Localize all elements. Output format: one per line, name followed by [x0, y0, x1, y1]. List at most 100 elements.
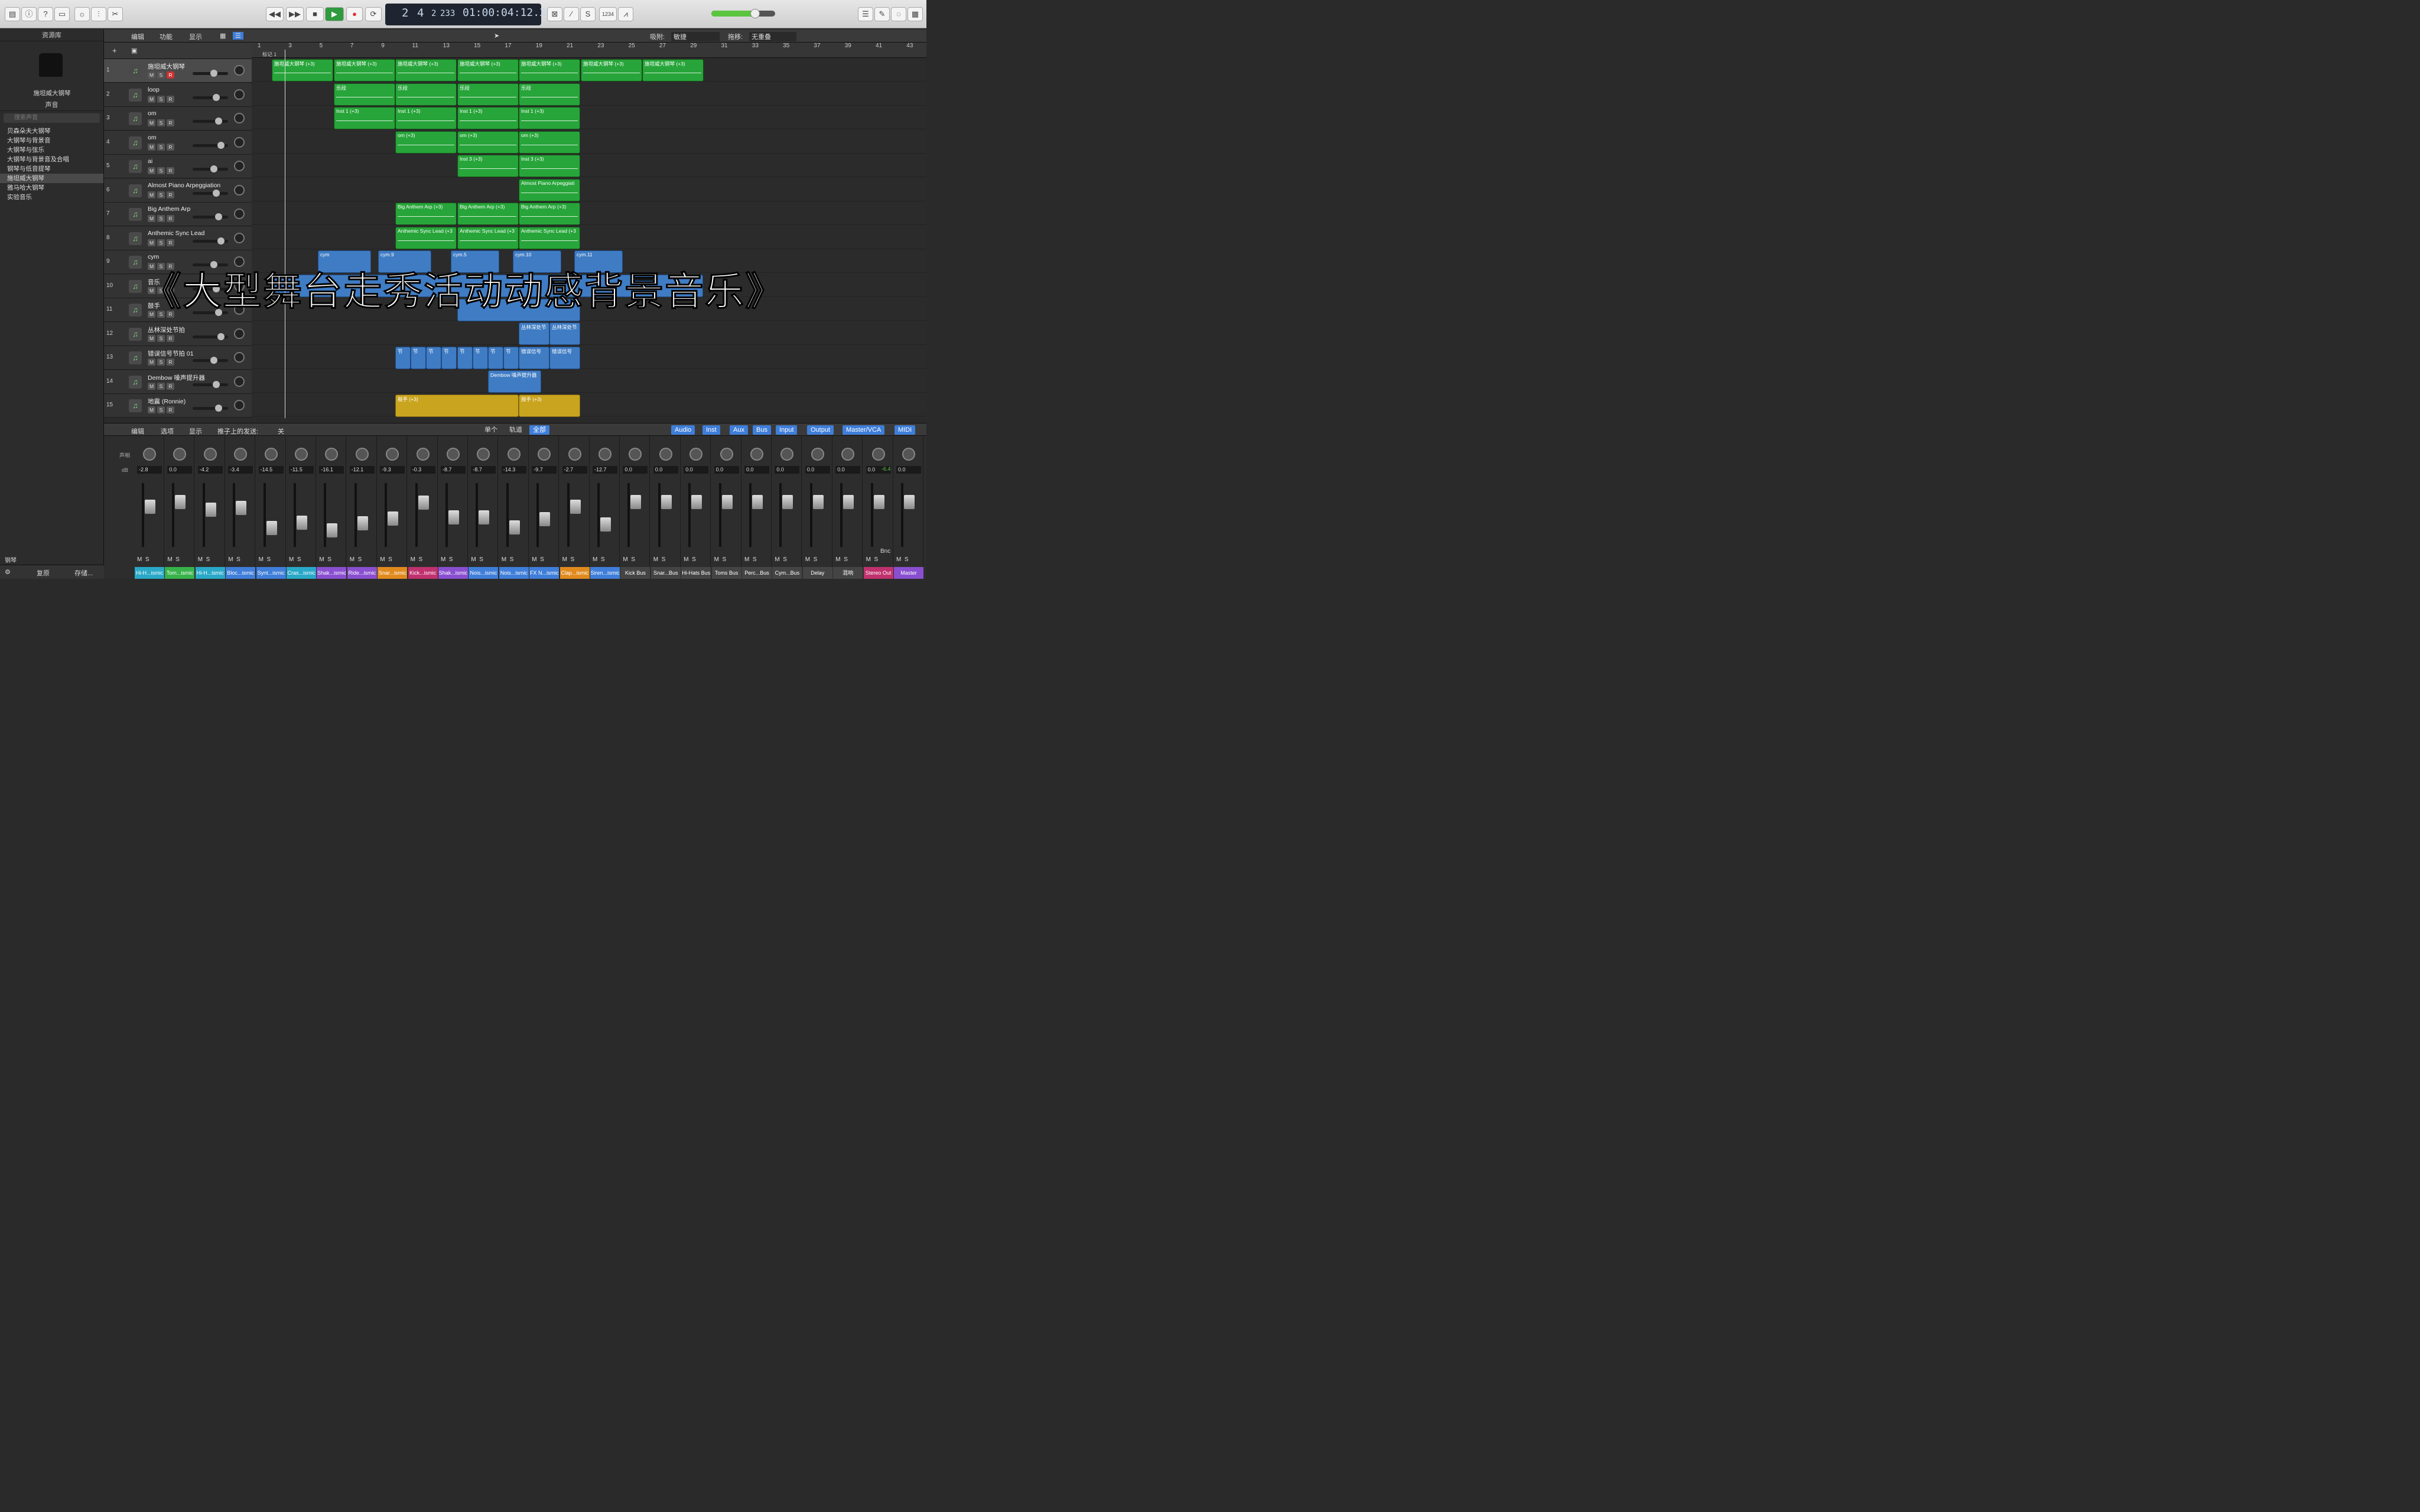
instrument-icon[interactable]: ♫	[129, 88, 142, 102]
region[interactable]: 施坦威大钢琴 (+3)	[272, 59, 333, 82]
strip-name[interactable]: Master	[894, 567, 923, 579]
library-item[interactable]: 大钢琴与背景音	[0, 136, 103, 145]
master-volume-slider[interactable]	[711, 9, 775, 18]
track-header[interactable]: 8 ♫ Anthemic Sync Lead MSR	[104, 226, 252, 250]
region[interactable]: 乐段	[334, 83, 395, 106]
region[interactable]: Anthemic Sync Lead (+3	[395, 227, 457, 249]
record-button[interactable]: R	[167, 239, 174, 246]
duplicate-track-icon[interactable]: ▣	[131, 47, 137, 54]
add-track-icon[interactable]: +	[112, 46, 117, 55]
mute-solo-buttons[interactable]: M S	[380, 556, 392, 563]
pan-knob[interactable]	[234, 208, 245, 219]
fader-knob[interactable]	[479, 510, 490, 525]
strip-name[interactable]: Toms Bus	[711, 567, 741, 579]
strip-name[interactable]: Ride...ismic	[347, 567, 377, 579]
track-volume-knob[interactable]	[210, 165, 217, 172]
mute-solo-buttons[interactable]: M S	[289, 556, 301, 563]
channel-strip[interactable]: -2.7 M S Clap...ismic	[560, 436, 590, 579]
channel-strip[interactable]: -16.1 M S Shak...ismic	[317, 436, 347, 579]
fader-knob[interactable]	[873, 495, 884, 509]
pan-knob[interactable]	[234, 113, 245, 123]
audio-region[interactable]: 丛林深处节	[549, 322, 580, 345]
master-volume-knob[interactable]	[750, 9, 760, 18]
mute-solo-buttons[interactable]: M S	[502, 556, 514, 563]
track-volume-knob[interactable]	[210, 357, 217, 364]
track-header[interactable]: 13 ♫ 错误信号节拍 01 MSR	[104, 346, 252, 370]
functions-menu[interactable]: 功能	[160, 32, 173, 41]
strip-name[interactable]: Hi-H...ismic	[195, 567, 225, 579]
fader-knob[interactable]	[600, 517, 611, 532]
strip-name[interactable]: Snar...Bus	[650, 567, 681, 579]
pan-knob[interactable]	[568, 448, 581, 461]
track-volume-knob[interactable]	[217, 141, 225, 149]
record-button[interactable]: R	[167, 95, 174, 103]
drag-select[interactable]: 无重叠	[749, 32, 796, 41]
list-editors-icon[interactable]: ☰	[858, 7, 873, 21]
pan-knob[interactable]	[234, 89, 245, 100]
mixer-options-menu[interactable]: 选项	[161, 426, 174, 436]
revert-button[interactable]: 复原	[37, 568, 50, 578]
audio-region[interactable]: 节	[411, 347, 426, 369]
region[interactable]: Anthemic Sync Lead (+3	[519, 227, 580, 249]
region[interactable]: Big Anthem Arp (+3)	[519, 203, 580, 225]
pan-knob[interactable]	[386, 448, 399, 461]
edit-menu[interactable]: 编辑	[131, 32, 144, 41]
region[interactable]: 乐段	[395, 83, 457, 106]
fader-knob[interactable]	[448, 510, 459, 525]
mute-solo-buttons[interactable]: M S	[319, 556, 331, 563]
single-button[interactable]: 单个	[481, 425, 501, 435]
mute-solo-buttons[interactable]: M S	[744, 556, 757, 563]
fader-knob[interactable]	[297, 515, 307, 530]
track-name[interactable]: 丛林深处节拍	[148, 325, 185, 334]
mute-solo-buttons[interactable]: M S	[835, 556, 848, 563]
track-name[interactable]: Anthemic Sync Lead	[148, 230, 204, 237]
strip-name[interactable]: Tom...ismic	[165, 567, 195, 579]
audio-region[interactable]: 节	[488, 347, 503, 369]
strip-name[interactable]: Perc...Bus	[742, 567, 772, 579]
pan-knob[interactable]	[447, 448, 460, 461]
cycle-icon[interactable]: ⟳	[365, 7, 382, 21]
fader-knob[interactable]	[904, 495, 915, 509]
strip-name[interactable]: Synt...ismic	[256, 567, 286, 579]
library-item[interactable]: 大钢琴与背景音及合唱	[0, 155, 103, 164]
channel-strip[interactable]: 0.0 M S Delay	[802, 436, 832, 579]
region[interactable]: Inst 3 (+3)	[519, 155, 580, 177]
fader-knob[interactable]	[145, 500, 155, 514]
track-volume-knob[interactable]	[213, 380, 220, 388]
count-in-button[interactable]: 1234	[599, 7, 617, 21]
track-lane[interactable]	[252, 226, 926, 249]
stop-icon[interactable]: ■	[306, 7, 324, 21]
strip-name[interactable]: 混响	[833, 567, 863, 579]
region[interactable]: 乐段	[457, 83, 519, 106]
pan-knob[interactable]	[629, 448, 642, 461]
fader-knob[interactable]	[812, 495, 824, 509]
mute-button[interactable]: M	[148, 359, 155, 366]
channel-strip[interactable]: -8.7 M S Shak...ismic	[438, 436, 468, 579]
channel-strip[interactable]: -14.5 M S Synt...ismic	[256, 436, 286, 579]
track-volume-slider[interactable]	[193, 213, 228, 220]
mute-solo-buttons[interactable]: M S	[653, 556, 666, 563]
library-item-selected[interactable]: 施坦威大钢琴	[0, 174, 103, 183]
region[interactable]: 施坦威大钢琴 (+3)	[395, 59, 457, 82]
mute-solo-buttons[interactable]: M S	[198, 556, 210, 563]
marker-label[interactable]: 标记 1	[262, 51, 277, 58]
filter-button[interactable]: Bus	[753, 425, 771, 435]
pan-knob[interactable]	[203, 448, 217, 461]
pan-knob[interactable]	[234, 65, 245, 76]
mute-button[interactable]: M	[148, 119, 155, 126]
pan-knob[interactable]	[234, 232, 245, 243]
mute-button[interactable]: M	[148, 191, 155, 198]
tracks-button[interactable]: 轨道	[506, 425, 526, 435]
library-item[interactable]: 贝森朵夫大钢琴	[0, 126, 103, 136]
instrument-icon[interactable]: ♫	[129, 136, 142, 149]
track-volume-knob[interactable]	[215, 118, 222, 125]
track-volume-slider[interactable]	[193, 237, 228, 245]
strip-name[interactable]: Cym...Bus	[772, 567, 802, 579]
record-button[interactable]: R	[167, 334, 174, 342]
filter-button[interactable]: MIDI	[895, 425, 916, 435]
strip-name[interactable]: FX N...ismic	[529, 567, 560, 579]
track-name[interactable]: om	[148, 134, 157, 141]
pan-knob[interactable]	[416, 448, 430, 461]
pan-knob[interactable]	[871, 448, 885, 461]
channel-strip[interactable]: 0.0 M S Kick Bus	[620, 436, 650, 579]
